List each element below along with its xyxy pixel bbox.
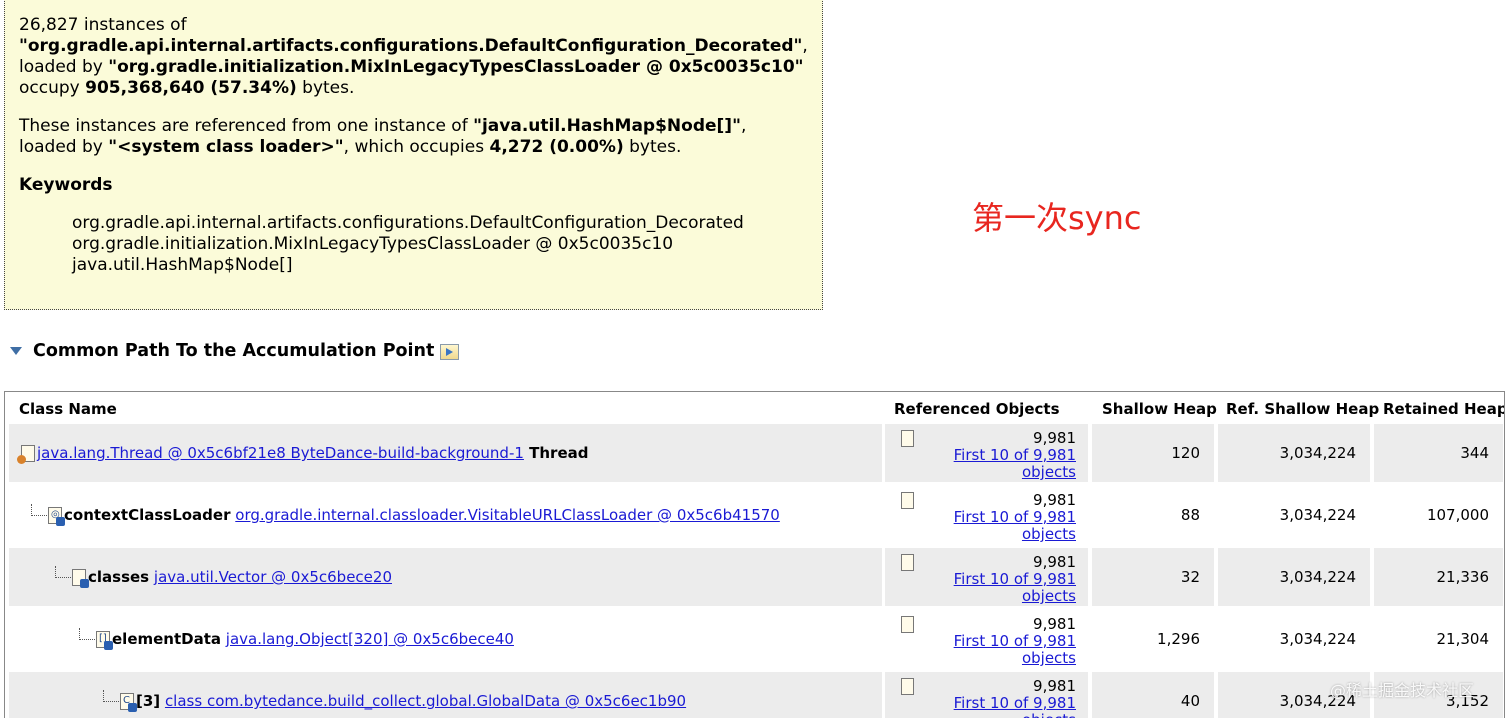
keywords-list: org.gradle.api.internal.artifacts.config… [72,213,808,276]
classloader-icon: ◎ [48,506,65,526]
referencing-class: "java.util.HashMap$Node[]" [473,116,741,136]
instance-count: 26,827 instances of [19,15,187,35]
shallow-heap-value: 88 [1180,506,1200,524]
tree-connector [79,628,95,640]
occupied-bytes: 905,368,640 (57.34%) [85,78,297,98]
document-icon [901,492,914,509]
referencing-bytes: 4,272 (0.00%) [489,137,624,157]
ref-shallow-heap-value: 3,034,224 [1279,444,1356,462]
object-link[interactable]: org.gradle.internal.classloader.Visitabl… [235,506,780,524]
column-header-referenced-objects[interactable]: Referenced Objects [894,400,1060,418]
table-row[interactable]: java.lang.Thread @ 0x5c6bf21e8 ByteDance… [9,424,1503,482]
object-link[interactable]: java.lang.Object[320] @ 0x5c6bece40 [226,630,514,648]
shallow-heap-value: 40 [1180,692,1200,710]
section-title: Common Path To the Accumulation Point [33,341,435,361]
retained-heap-value: 344 [1460,444,1489,462]
ref-count: 9,981 [1033,615,1076,633]
row-type-label: Thread [523,444,589,462]
accumulation-path-table: Class Name Referenced Objects Shallow He… [4,391,1505,718]
field-name: classes [88,568,150,586]
leak-summary-box: 26,827 instances of "org.gradle.api.inter… [4,0,823,310]
first-ten-objects-link[interactable]: First 10 of 9,981objects [954,571,1076,605]
array-icon: [] [96,630,113,650]
watermark: @稀土掘金技术社区 [1330,681,1475,700]
shallow-heap-value: 32 [1180,568,1200,586]
table-row[interactable]: [] elementData java.lang.Object[320] @ 0… [9,610,1503,668]
keywords-heading: Keywords [19,175,113,195]
document-icon [901,430,914,447]
column-header-ref-shallow-heap[interactable]: Ref. Shallow Heap [1226,400,1379,418]
column-header-class-name[interactable]: Class Name [19,400,117,418]
ref-count: 9,981 [1033,553,1076,571]
ref-shallow-heap-value: 3,034,224 [1279,506,1356,524]
object-link[interactable]: java.util.Vector @ 0x5c6bece20 [154,568,392,586]
shallow-heap-value: 1,296 [1157,630,1200,648]
document-icon [901,554,914,571]
retained-heap-value: 107,000 [1426,506,1489,524]
object-link[interactable]: java.lang.Thread @ 0x5c6bf21e8 ByteDance… [37,444,524,462]
keyword-item: org.gradle.api.internal.artifacts.config… [72,213,744,233]
shallow-heap-value: 120 [1171,444,1200,462]
first-ten-objects-link[interactable]: First 10 of 9,981objects [954,509,1076,543]
field-name: contextClassLoader [64,506,231,524]
table-row[interactable]: ◎ contextClassLoader org.gradle.internal… [9,486,1503,544]
ref-count: 9,981 [1033,491,1076,509]
collapse-triangle-icon[interactable] [10,347,22,355]
field-name: elementData [112,630,222,648]
summary-paragraph-2: These instances are referenced from one … [19,116,747,157]
table-row[interactable]: C [3] class com.bytedance.build_collect.… [9,672,1503,718]
ref-shallow-heap-value: 3,034,224 [1279,630,1356,648]
object-icon [72,568,89,588]
tree-connector [31,504,47,516]
first-ten-objects-link[interactable]: First 10 of 9,981objects [954,695,1076,718]
first-sync-annotation: 第一次sync [972,199,1142,237]
document-icon [901,678,914,695]
ref-count: 9,981 [1033,429,1076,447]
table-header: Class Name Referenced Objects Shallow He… [5,392,1504,424]
classloader-name: "org.gradle.initialization.MixInLegacyTy… [108,57,804,77]
first-ten-objects-link[interactable]: First 10 of 9,981objects [954,633,1076,667]
keyword-item: java.util.HashMap$Node[] [72,255,293,275]
object-link[interactable]: class com.bytedance.build_collect.global… [165,692,686,710]
system-loader: "<system class loader>" [108,137,344,157]
field-name: [3] [136,692,161,710]
retained-heap-value: 21,304 [1436,630,1490,648]
tree-connector [55,566,71,578]
column-header-retained-heap[interactable]: Retained Heap [1383,400,1504,418]
class-icon: C [120,692,137,712]
ref-count: 9,981 [1033,677,1076,695]
column-header-shallow-heap[interactable]: Shallow Heap [1102,400,1217,418]
section-header-common-path[interactable]: Common Path To the Accumulation Point [8,338,460,364]
keyword-item: org.gradle.initialization.MixInLegacyTyp… [72,234,674,254]
page: 26,827 instances of "org.gradle.api.inter… [0,0,1512,718]
first-ten-objects-link[interactable]: First 10 of 9,981objects [954,447,1076,481]
document-icon [901,616,914,633]
thread-icon [17,444,35,464]
summary-paragraph-1: 26,827 instances of "org.gradle.api.inter… [19,15,808,98]
table-row[interactable]: classes java.util.Vector @ 0x5c6bece20 9… [9,548,1503,606]
open-in-view-icon[interactable] [440,344,460,360]
ref-shallow-heap-value: 3,034,224 [1279,568,1356,586]
leak-class-name: "org.gradle.api.internal.artifacts.confi… [19,36,803,56]
retained-heap-value: 21,336 [1436,568,1490,586]
tree-connector [103,690,119,702]
